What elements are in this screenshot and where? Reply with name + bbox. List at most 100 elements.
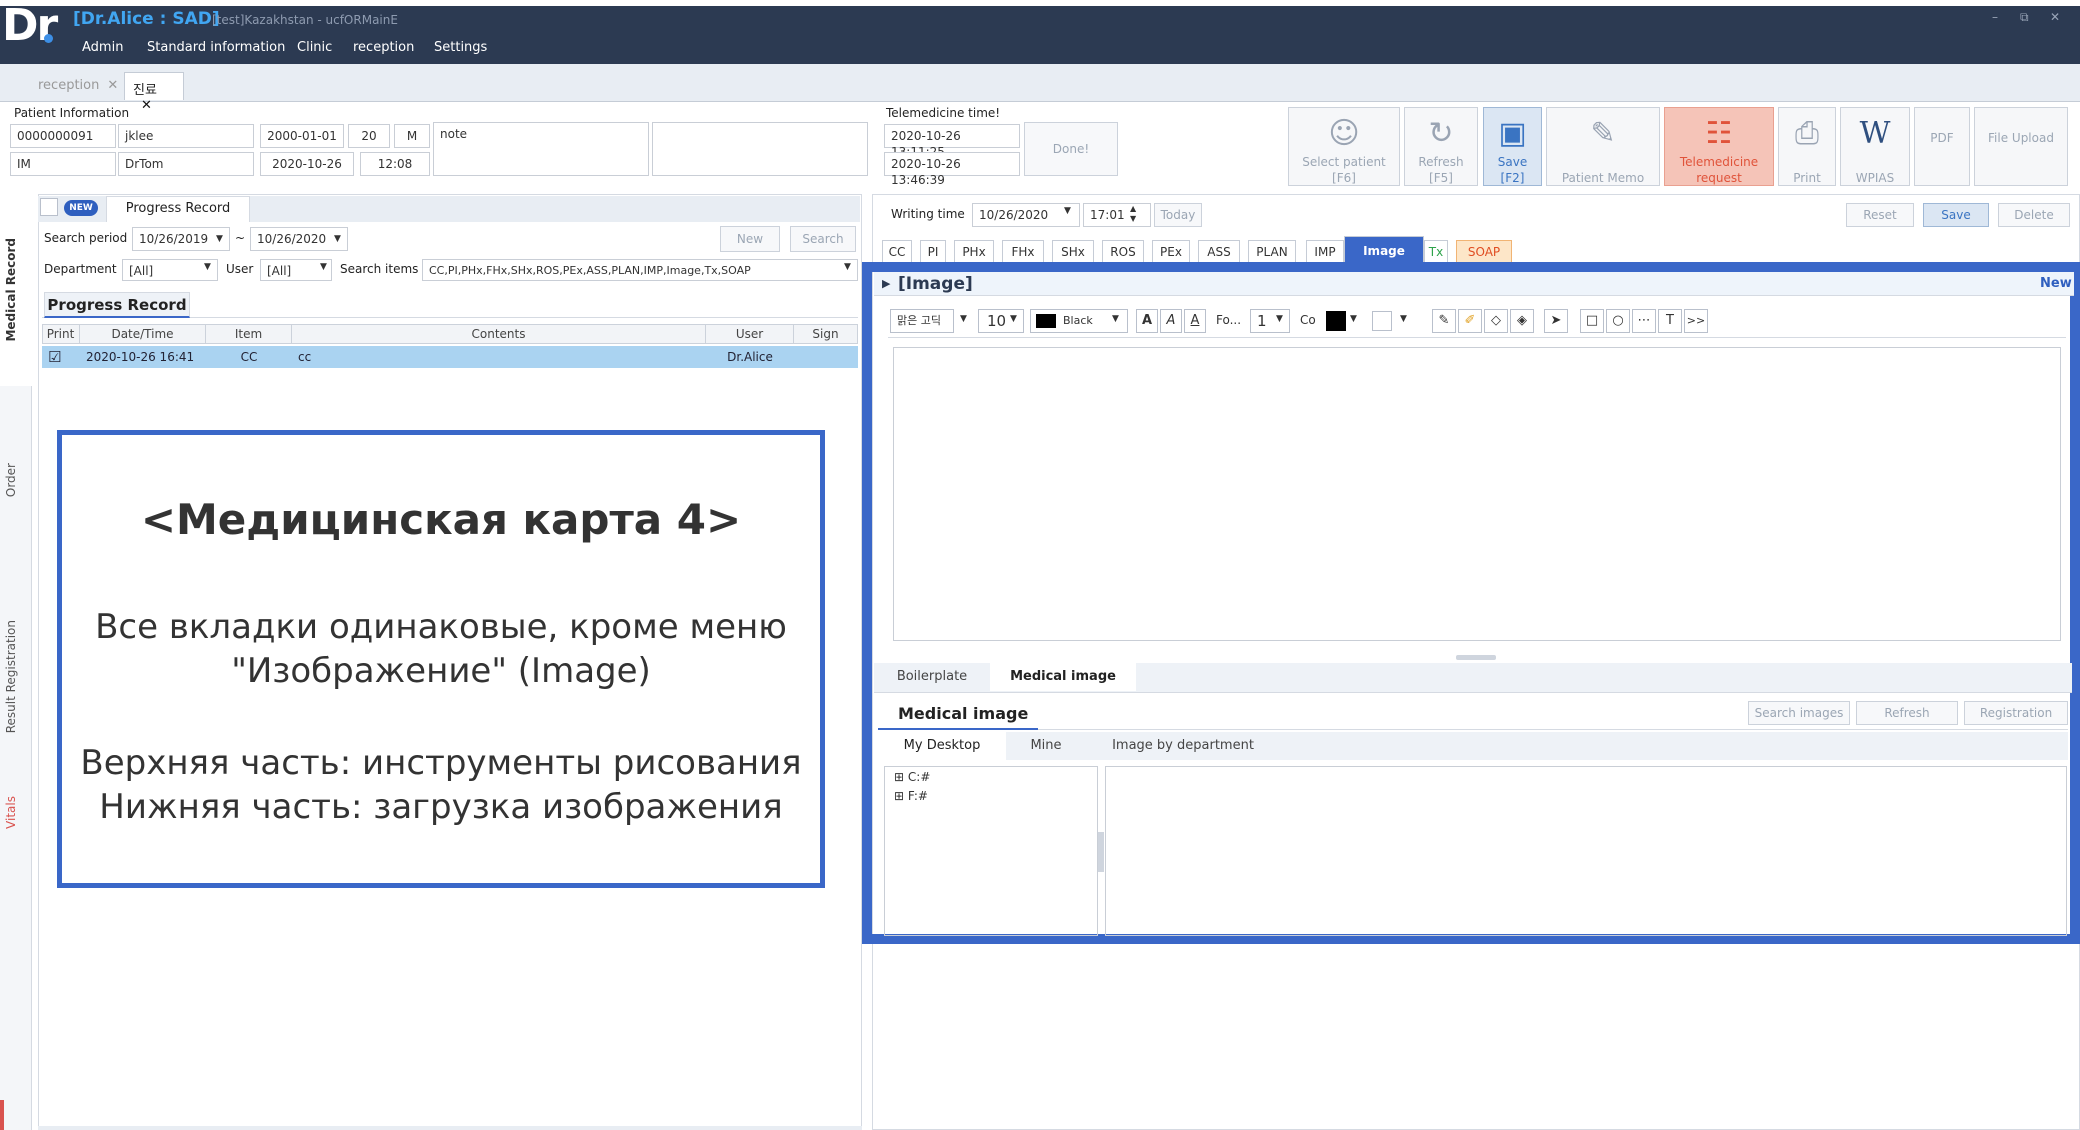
save-button[interactable]: Save — [1923, 203, 1989, 227]
tab-imp[interactable]: IMP — [1306, 240, 1344, 264]
restore-icon[interactable]: ⧉ — [2020, 10, 2029, 25]
patient-age-field[interactable]: 20 — [348, 124, 390, 148]
tab-ros[interactable]: ROS — [1102, 240, 1144, 264]
new-label[interactable]: New — [2040, 276, 2072, 291]
pdf-button[interactable]: PDF — [1914, 107, 1970, 186]
menu-clinic[interactable]: Clinic — [297, 40, 332, 55]
patient-dob-field[interactable]: 2000-01-01 — [260, 124, 344, 148]
patient-id-field[interactable]: 0000000091 — [10, 124, 116, 148]
visit-date-field[interactable]: 2020-10-26 — [260, 152, 354, 176]
chevron-down-icon[interactable]: ▼ — [1350, 314, 1357, 324]
patient-name-field[interactable]: jklee — [118, 124, 254, 148]
patient-memo-button[interactable]: ✎ Patient Memo — [1546, 107, 1660, 186]
print-checkbox[interactable]: ☑ — [48, 346, 72, 368]
registration-button[interactable]: Registration — [1964, 701, 2068, 725]
chevron-down-icon[interactable]: ▼ — [1400, 314, 1407, 324]
select-patient-button[interactable]: ☺ Select patient [F6] — [1288, 107, 1400, 186]
sidebar-item-result-registration[interactable]: Result Registration — [4, 620, 28, 733]
done-button[interactable]: Done! — [1024, 122, 1118, 176]
dotted-line-icon[interactable]: ⋯ — [1632, 309, 1656, 333]
chevron-down-icon[interactable]: ▼ — [1276, 314, 1283, 324]
tab-cc[interactable]: CC — [882, 240, 912, 264]
tab-fhx[interactable]: FHx — [1002, 240, 1044, 264]
chevron-down-icon[interactable]: ▼ — [1112, 314, 1119, 324]
close-icon[interactable]: ✕ — [141, 98, 152, 113]
pen-icon[interactable]: ✎ — [1432, 309, 1456, 333]
font-size-select[interactable]: 10 — [978, 309, 1024, 333]
rectangle-icon[interactable]: □ — [1580, 309, 1604, 333]
tab-phx[interactable]: PHx — [954, 240, 994, 264]
sidebar-item-order[interactable]: Order — [4, 463, 28, 497]
tab-boilerplate[interactable]: Boilerplate — [880, 663, 984, 691]
menu-reception[interactable]: reception — [353, 40, 414, 55]
splitter-handle[interactable] — [1456, 655, 1496, 660]
chevron-down-icon[interactable]: ▼ — [960, 314, 967, 324]
chevron-down-icon[interactable]: ▼ — [204, 262, 211, 272]
chevron-down-icon[interactable]: ▼ — [334, 230, 346, 248]
tab-jinryo[interactable]: 진료✕ — [124, 72, 184, 113]
tab-shx[interactable]: SHx — [1052, 240, 1094, 264]
search-images-button[interactable]: Search images — [1748, 701, 1850, 725]
patient-sex-field[interactable]: M — [394, 124, 430, 148]
clear-icon[interactable]: ◈ — [1510, 309, 1534, 333]
tab-tx[interactable]: Tx — [1424, 240, 1448, 264]
extra-note-field[interactable] — [652, 122, 868, 176]
font-family-select[interactable]: 맑은 고딕 — [890, 309, 954, 333]
doctor-field[interactable]: DrTom — [118, 152, 254, 176]
close-icon[interactable]: ✕ — [107, 78, 118, 93]
chevron-down-icon[interactable]: ▼ — [844, 262, 851, 272]
italic-icon[interactable]: A — [1160, 309, 1182, 333]
sidebar-item-vitals[interactable]: Vitals — [4, 796, 28, 829]
telemedicine-start-field[interactable]: 2020-10-26 13:11:25 — [884, 124, 1020, 159]
chevron-down-icon[interactable]: ▼ — [320, 262, 327, 272]
time-spinner-icon[interactable]: ▲ ▼ — [1130, 204, 1136, 224]
image-list[interactable] — [1105, 766, 2067, 936]
tree-item-c[interactable]: ⊞ C:# — [894, 770, 930, 784]
refresh-images-button[interactable]: Refresh — [1856, 701, 1958, 725]
select-pointer-icon[interactable]: ➤ — [1544, 309, 1568, 333]
department-field[interactable]: IM — [10, 152, 116, 176]
save-toolbar-button[interactable]: ▣ Save [F2] — [1483, 107, 1542, 186]
expand-plus-icon[interactable]: ⊞ — [894, 770, 904, 784]
visit-time-field[interactable]: 12:08 — [360, 152, 430, 176]
search-items-select[interactable]: CC,PI,PHx,FHx,SHx,ROS,PEx,ASS,PLAN,IMP,I… — [422, 259, 858, 281]
sidebar-item-medical-record[interactable]: Medical Record — [4, 238, 28, 342]
menu-standard-information[interactable]: Standard information — [147, 40, 285, 55]
tree-item-f[interactable]: ⊞ F:# — [894, 789, 928, 803]
collapse-icon[interactable] — [40, 198, 58, 216]
line-width-select[interactable]: 1 — [1250, 309, 1290, 333]
chevron-down-icon[interactable]: ▼ — [1064, 206, 1071, 216]
tab-pex[interactable]: PEx — [1152, 240, 1190, 264]
expand-arrow-icon[interactable]: ▶ — [882, 277, 890, 290]
tab-image-by-department[interactable]: Image by department — [1090, 732, 1276, 760]
tab-mine[interactable]: Mine — [1010, 732, 1082, 760]
eraser-icon[interactable]: ◇ — [1484, 309, 1508, 333]
tab-progress-record[interactable]: Progress Record — [106, 196, 250, 222]
tab-medical-image[interactable]: Medical image — [990, 663, 1136, 691]
fill-color-swatch[interactable] — [1372, 311, 1392, 331]
delete-button[interactable]: Delete — [1998, 203, 2070, 227]
reset-button[interactable]: Reset — [1846, 203, 1914, 227]
expand-plus-icon[interactable]: ⊞ — [894, 789, 904, 803]
telemedicine-end-field[interactable]: 2020-10-26 13:46:39 — [884, 152, 1020, 187]
more-tools-icon[interactable]: >> — [1684, 309, 1708, 333]
splitter-handle[interactable] — [1098, 832, 1104, 872]
search-button[interactable]: Search — [790, 226, 856, 252]
tab-ass[interactable]: ASS — [1198, 240, 1240, 264]
tab-my-desktop[interactable]: My Desktop — [878, 732, 1006, 760]
chevron-down-icon[interactable]: ▼ — [216, 230, 228, 248]
highlighter-icon[interactable]: ✐ — [1458, 309, 1482, 333]
menu-admin[interactable]: Admin — [82, 40, 123, 55]
chevron-down-icon[interactable]: ▼ — [1010, 314, 1017, 324]
tab-reception[interactable]: reception ✕ — [30, 72, 122, 100]
today-button[interactable]: Today — [1154, 203, 1202, 227]
writing-time-field[interactable]: 17:01 — [1083, 203, 1151, 227]
note-field[interactable]: note — [433, 122, 649, 176]
underline-icon[interactable]: A — [1184, 309, 1206, 333]
minimize-icon[interactable]: – — [1992, 10, 1998, 24]
print-button[interactable]: ⎙ Print — [1778, 107, 1836, 186]
close-window-icon[interactable]: ✕ — [2050, 10, 2060, 24]
file-upload-button[interactable]: File Upload — [1974, 107, 2068, 186]
telemedicine-request-button[interactable]: ☷ Telemedicine request — [1664, 107, 1774, 186]
wpias-button[interactable]: W WPIAS — [1840, 107, 1910, 186]
